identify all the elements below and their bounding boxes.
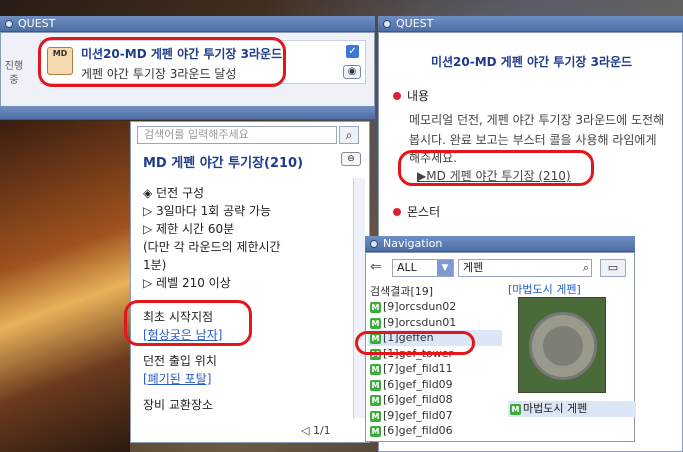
md-window-panel: 검색어를 입력해주세요 ⌕ MD 게펜 야간 투기장(210) ⊖ ◈ 던전 구…	[130, 121, 370, 443]
map-item-label: 마법도시 게펜	[523, 402, 588, 415]
start-link[interactable]: [험상궂은 남자]	[143, 326, 222, 343]
list-item-label: [1]gef_tower	[383, 346, 454, 360]
monster-heading: 몬스터	[393, 203, 440, 220]
result-list: M [9]orcsdun02 M [9]orcsdun01 M [1]geffen M…	[368, 299, 502, 439]
list-item-label: [9]orcsdun01	[383, 315, 457, 329]
list-item-label: [6]gef_fild08	[383, 393, 453, 406]
nav-search-input[interactable]: 게펜 ⌕	[458, 259, 592, 277]
list-item-label: [1]geffen	[383, 331, 434, 344]
quest-card[interactable]: MD 미션20-MD 게펜 야간 투기장 3라운드 게펜 야간 투기장 3라운드…	[40, 40, 366, 84]
md-link[interactable]: ▶MD 게펜 야간 투기장 (210)	[417, 167, 571, 184]
filter-select[interactable]: ALL ▼	[392, 259, 454, 277]
map-marker-icon: M	[370, 333, 381, 344]
link-icon[interactable]: ⊖	[341, 152, 361, 166]
minimap[interactable]	[518, 297, 606, 393]
quest-left-title: QUEST	[18, 17, 56, 30]
exchange-label: 장비 교환장소	[143, 398, 214, 412]
quest-card-title: 미션20-MD 게펜 야간 투기장 3라운드	[81, 47, 283, 61]
md-quest-icon: MD	[47, 47, 73, 75]
md-line: (다만 각 라운드의 제한시간	[143, 240, 281, 254]
entry-label: 던전 출입 위치	[143, 354, 217, 368]
map-marker-icon: M	[370, 364, 381, 375]
navigation-title: Navigation	[383, 237, 443, 250]
map-marker-icon: M	[370, 395, 381, 406]
quest-card-subtitle: 게펜 야간 투기장 3라운드 달성	[81, 67, 237, 81]
list-item[interactable]: M [9]orcsdun01	[368, 315, 502, 331]
prev-page-icon[interactable]: ◁	[301, 424, 313, 437]
map-item[interactable]: M 마법도시 게펜	[508, 401, 636, 417]
content-line: 봅시다. 완료 보고는 부스터 콜을 사용해 라임에게	[409, 133, 657, 147]
md-title: MD 게펜 야간 투기장(210)	[143, 156, 304, 171]
md-badge-label: MD	[52, 49, 68, 58]
quest-right-title: QUEST	[396, 17, 434, 30]
md-window-titlebar[interactable]	[0, 106, 375, 120]
list-item[interactable]: M [1]geffen	[368, 330, 502, 346]
navigation-panel: ⇐ ALL ▼ 게펜 ⌕ ▭ 검색결과[19] M [9]orcsdun02 M [9]…	[365, 252, 636, 442]
pager[interactable]: ◁ 1/1	[301, 424, 331, 437]
folder-icon[interactable]: ▭	[600, 259, 626, 277]
content-line: 해주세요.	[409, 151, 457, 165]
window-dot-icon	[370, 240, 378, 248]
map-marker-icon: M	[510, 404, 521, 415]
bullet-icon	[393, 208, 401, 216]
md-line: 1분)	[143, 258, 167, 272]
list-item[interactable]: M [6]gef_fild06	[368, 423, 502, 439]
start-label: 최초 시작지점	[143, 310, 214, 324]
map-marker-icon: M	[370, 410, 381, 422]
side-tab-in-progress[interactable]: 진행중	[4, 60, 24, 110]
bullet-icon	[393, 92, 401, 100]
page-number: 1/1	[312, 424, 331, 437]
list-item[interactable]: M [6]gef_fild08	[368, 392, 502, 408]
quest-left-titlebar[interactable]: QUEST	[0, 16, 375, 32]
list-item-label: [7]gef_fild11	[383, 362, 453, 375]
entry-link[interactable]: [폐기된 포탈]	[143, 370, 211, 387]
search-icon[interactable]: ⌕	[583, 260, 589, 276]
window-dot-icon	[5, 20, 13, 28]
md-line: ▷ 제한 시간 60분	[143, 222, 235, 236]
map-marker-icon: M	[370, 426, 381, 437]
back-arrow-icon[interactable]: ⇐	[370, 259, 382, 275]
nav-search-value: 게펜	[463, 261, 484, 274]
list-item-label: [9]gef_fild07	[383, 408, 453, 422]
search-icon[interactable]: ⌕	[339, 126, 359, 144]
list-item[interactable]: M [6]gef_fild09	[368, 377, 502, 393]
navigation-titlebar[interactable]: Navigation	[365, 236, 635, 252]
quest-detail-title: 미션20-MD 게펜 야간 투기장 3라운드	[430, 55, 633, 69]
map-marker-icon: M	[370, 302, 381, 313]
chevron-down-icon[interactable]: ▼	[437, 260, 453, 276]
result-count: 검색결과[19]	[370, 285, 434, 298]
list-item-label: [6]gef_fild09	[383, 377, 453, 391]
content-heading-label: 내용	[407, 89, 430, 103]
map-title: [마법도시 게펜]	[508, 283, 581, 296]
list-item[interactable]: M [1]gef_tower	[368, 346, 502, 362]
filter-value: ALL	[397, 261, 417, 274]
md-line: ▷ 3일마다 1회 공략 가능	[143, 204, 272, 218]
map-marker-icon: M	[370, 317, 381, 329]
list-item[interactable]: M [9]orcsdun02	[368, 299, 502, 315]
minimap-core	[543, 326, 583, 366]
list-item[interactable]: M [7]gef_fild11	[368, 361, 502, 377]
quest-right-titlebar[interactable]: QUEST	[378, 16, 683, 32]
map-marker-icon: M	[370, 379, 381, 391]
monster-heading-label: 몬스터	[407, 205, 441, 219]
list-item-label: [9]orcsdun02	[383, 300, 457, 313]
md-line: ◈ 던전 구성	[143, 186, 205, 200]
check-icon[interactable]: ✓	[346, 45, 359, 58]
md-scrollbar[interactable]	[353, 178, 365, 418]
list-item-label: [6]gef_fild06	[383, 424, 453, 437]
md-search-input[interactable]: 검색어를 입력해주세요	[137, 126, 337, 144]
window-dot-icon	[383, 20, 391, 28]
content-heading: 내용	[393, 87, 429, 104]
game-scene-strip	[0, 121, 130, 452]
content-line: 메모리얼 던전, 게펜 야간 투기장 3라운드에 도전해	[409, 113, 665, 127]
map-marker-icon: M	[370, 348, 381, 360]
list-item[interactable]: M [9]gef_fild07	[368, 408, 502, 424]
md-line: ▷ 레벨 210 이상	[143, 276, 231, 290]
eye-icon[interactable]: ◉	[343, 65, 361, 79]
